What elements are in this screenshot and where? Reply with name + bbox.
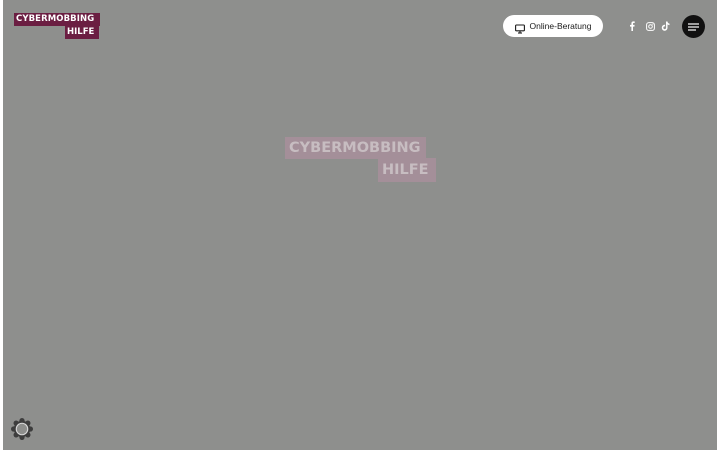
facebook-icon[interactable]	[627, 20, 637, 32]
online-consultation-label: Online-Beratung	[529, 21, 592, 31]
hamburger-menu-icon	[688, 18, 699, 36]
monitor-icon	[514, 21, 525, 34]
logo-line-2: HILFE	[65, 26, 100, 39]
page-overlay: CYBERMOBBING HILFE Online-Beratung CYBER…	[3, 0, 717, 450]
loader-logo-line-1: CYBERMOBBING	[285, 137, 426, 159]
site-logo[interactable]: CYBERMOBBING HILFE	[14, 13, 101, 40]
cookie-settings-button[interactable]	[10, 417, 34, 441]
menu-button[interactable]	[682, 15, 705, 38]
loader-logo: CYBERMOBBING HILFE	[285, 137, 437, 183]
tiktok-icon[interactable]	[659, 20, 671, 32]
loader-logo-line-2: HILFE	[378, 158, 436, 182]
gear-icon	[10, 418, 34, 445]
instagram-icon[interactable]	[644, 20, 656, 32]
online-consultation-button[interactable]: Online-Beratung	[503, 15, 603, 37]
logo-line-1: CYBERMOBBING	[14, 13, 101, 26]
